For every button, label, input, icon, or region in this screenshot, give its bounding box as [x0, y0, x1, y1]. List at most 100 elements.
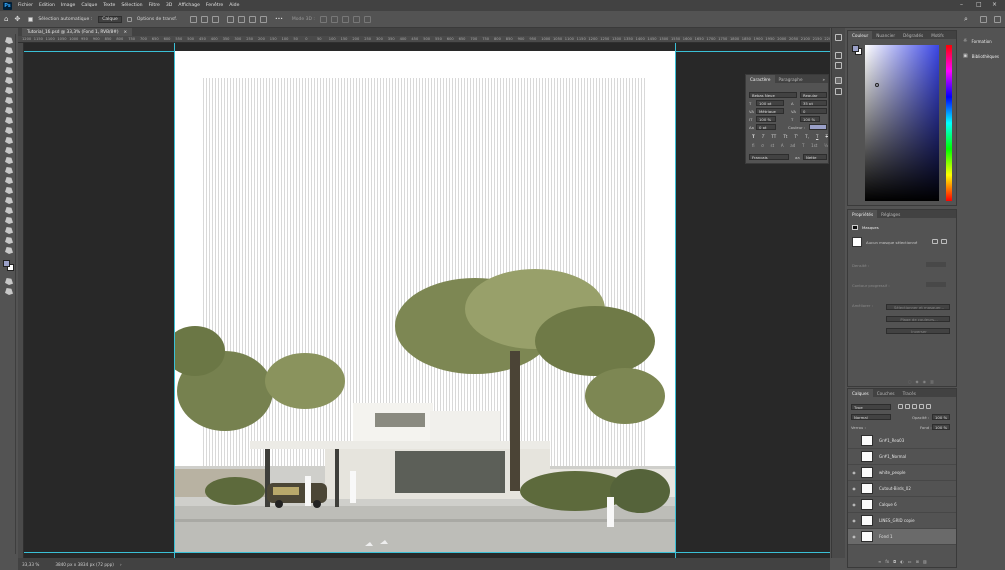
visibility-eye-icon[interactable]: ◉ [851, 518, 857, 523]
frame-tool-icon[interactable] [5, 87, 13, 94]
color-saturation-field[interactable] [865, 45, 939, 201]
underline-button[interactable]: T [816, 134, 818, 139]
fx-icon[interactable]: fx [885, 559, 889, 564]
quick-mask-icon[interactable] [5, 278, 13, 285]
3d-scale-icon[interactable] [363, 15, 371, 23]
visibility-icon[interactable]: ◉ [923, 379, 927, 384]
paragraph-panel-icon[interactable] [835, 88, 842, 95]
font-size-input[interactable]: 100 pt [756, 100, 784, 106]
menu-calque[interactable]: Calque [78, 3, 100, 8]
layer-row[interactable]: Gr#1_Normal [848, 449, 956, 465]
magic-wand-tool-icon[interactable] [5, 67, 13, 74]
tab-gradients[interactable]: Dégradés [899, 33, 927, 38]
filter-pixel-icon[interactable] [898, 404, 903, 409]
apply-mask-icon[interactable]: ◆ [916, 379, 919, 384]
more-tools-icon[interactable] [5, 247, 13, 254]
menu-image[interactable]: Image [58, 3, 78, 8]
more-icon[interactable]: ••• [275, 17, 283, 22]
guide-vertical-right[interactable] [675, 43, 676, 558]
new-group-icon[interactable]: ▭ [908, 559, 912, 564]
tab-paragraph[interactable]: Paragraphe [775, 77, 807, 82]
menu-texte[interactable]: Texte [100, 3, 118, 8]
blend-mode-select[interactable]: Normal [851, 414, 891, 420]
tab-adjustments[interactable]: Réglages [877, 212, 904, 217]
tab-layers[interactable]: Calques [848, 389, 873, 397]
close-tab-icon[interactable]: × [124, 30, 128, 35]
3d-roll-icon[interactable] [330, 15, 338, 23]
tab-swatches[interactable]: Nuancier [872, 33, 899, 38]
guide-horizontal-bottom[interactable] [24, 552, 830, 553]
tab-character[interactable]: Caractère [746, 75, 775, 83]
marquee-tool-icon[interactable] [5, 47, 13, 54]
layer-row[interactable]: ◉ Calque 6 [848, 497, 956, 513]
transform-checkbox-icon[interactable] [126, 16, 132, 22]
share-icon[interactable] [994, 16, 1001, 23]
titling-alternates-button[interactable]: ad [790, 143, 795, 148]
tab-channels[interactable]: Couches [873, 391, 899, 396]
load-selection-icon[interactable]: ◌ [908, 379, 912, 384]
visibility-eye-icon[interactable]: ◉ [851, 486, 857, 491]
menu-fichier[interactable]: Fichier [15, 3, 36, 8]
visibility-eye-icon[interactable]: ◉ [851, 502, 857, 507]
subscript-button[interactable]: T, [805, 134, 809, 139]
tab-properties[interactable]: Propriétés [848, 210, 878, 218]
align-top-icon[interactable] [226, 15, 234, 23]
adjustment-layer-icon[interactable]: ◐ [900, 559, 904, 564]
add-mask-icon[interactable]: ◘ [893, 559, 896, 564]
actions-panel-icon[interactable] [835, 52, 842, 59]
color-range-button[interactable]: Plage de couleurs... [886, 316, 950, 322]
menu-selection[interactable]: Sélection [118, 3, 145, 8]
panel-collapse-icon[interactable]: » [823, 77, 825, 82]
eraser-tool-icon[interactable] [5, 147, 13, 154]
add-pixel-mask-icon[interactable] [932, 239, 938, 244]
antialias-select[interactable]: Nette [803, 154, 827, 160]
clone-stamp-tool-icon[interactable] [5, 127, 13, 134]
close-icon[interactable]: × [992, 1, 997, 8]
filter-type-icon[interactable] [912, 404, 917, 409]
align-middle-icon[interactable] [237, 15, 245, 23]
auto-select-dropdown[interactable]: Calque [98, 15, 122, 23]
visibility-eye-icon[interactable]: ◉ [851, 470, 857, 475]
healing-brush-tool-icon[interactable] [5, 107, 13, 114]
font-family-select[interactable]: Bebas Neue [749, 92, 797, 98]
blur-tool-icon[interactable] [5, 167, 13, 174]
menu-edition[interactable]: Edition [36, 3, 58, 8]
opacity-input[interactable]: 100 % [932, 414, 950, 420]
font-style-select[interactable]: Regular [800, 92, 827, 98]
kerning-select[interactable]: Métrique [756, 108, 784, 114]
rectangle-tool-icon[interactable] [5, 217, 13, 224]
3d-slide-icon[interactable] [352, 15, 360, 23]
menu-3d[interactable]: 3D [163, 3, 175, 8]
invert-button[interactable]: Inverser [886, 328, 950, 334]
ligatures-button[interactable]: fi [752, 143, 755, 148]
delete-layer-icon[interactable]: ▥ [923, 559, 927, 564]
minimize-icon[interactable]: – [960, 1, 963, 8]
tracking-input[interactable]: 0 [800, 108, 827, 114]
text-color-swatch[interactable] [809, 124, 827, 130]
horizontal-scale-input[interactable]: 100 % [800, 116, 820, 122]
home-icon[interactable]: ⌂ [4, 15, 8, 23]
color-picker-cursor[interactable] [875, 83, 879, 87]
menu-affichage[interactable]: Affichage [175, 3, 203, 8]
hue-slider[interactable] [946, 45, 952, 201]
type-tool-icon[interactable] [5, 197, 13, 204]
mask-thumbnail[interactable] [852, 237, 862, 247]
menu-filtre[interactable]: Filtre [146, 3, 163, 8]
workspace-icon[interactable] [980, 16, 987, 23]
gradient-tool-icon[interactable] [5, 157, 13, 164]
faux-bold-button[interactable]: T [752, 134, 755, 139]
menu-fenetre[interactable]: Fenêtre [203, 3, 226, 8]
align-bottom-icon[interactable] [248, 15, 256, 23]
distribute-icon[interactable] [259, 15, 267, 23]
layer-row[interactable]: ◉ LINES_GRID copie [848, 513, 956, 529]
all-caps-button[interactable]: TT [771, 134, 776, 139]
discretionary-ligatures-button[interactable]: st [770, 143, 774, 148]
link-layers-icon[interactable]: ∞ [878, 559, 881, 564]
new-layer-icon[interactable]: ⊞ [916, 559, 919, 564]
add-vector-mask-icon[interactable] [941, 239, 947, 244]
document-canvas[interactable] [175, 51, 675, 552]
hand-tool-icon[interactable] [5, 227, 13, 234]
ordinals-button[interactable]: 1st [811, 143, 817, 148]
visibility-eye-icon[interactable]: ◉ [851, 534, 857, 539]
select-and-mask-button[interactable]: Sélectionner et masquer... [886, 304, 950, 310]
